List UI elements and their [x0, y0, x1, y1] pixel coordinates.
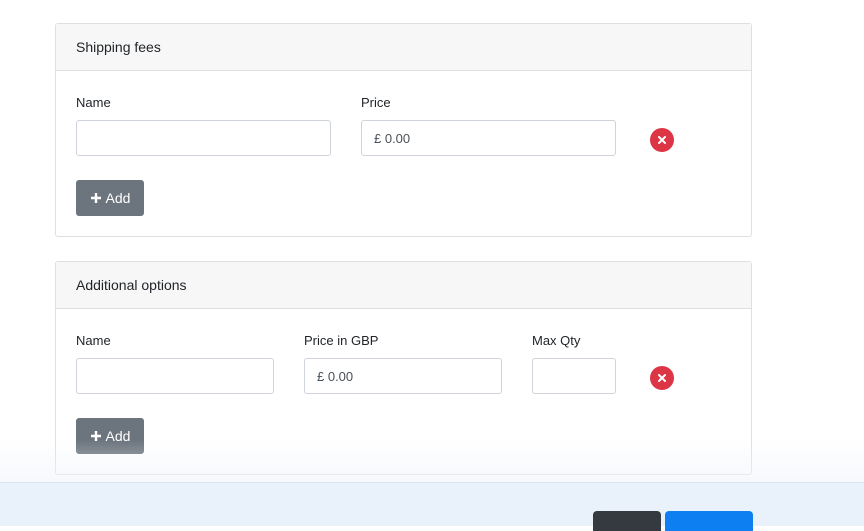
option-name-label: Name [76, 333, 111, 348]
option-qty-label: Max Qty [532, 333, 581, 348]
close-icon [658, 136, 666, 144]
shipping-price-label: Price [361, 95, 391, 110]
shipping-add-label: Add [105, 190, 131, 206]
additional-options-header: Additional options [56, 262, 751, 309]
shipping-fees-card: Shipping fees Name Price £ 0.00 Add [55, 23, 752, 237]
option-price-label: Price in GBP [304, 333, 379, 348]
additional-options-card: Additional options Name Price in GBP Max… [55, 261, 752, 475]
option-add-label: Add [105, 428, 131, 444]
option-qty-input[interactable] [532, 358, 616, 394]
option-remove-button[interactable] [650, 366, 674, 390]
plus-icon [90, 431, 101, 441]
option-add-button[interactable]: Add [76, 418, 144, 454]
shipping-fees-header: Shipping fees [56, 24, 751, 71]
additional-options-title: Additional options [76, 277, 187, 293]
option-name-input[interactable] [76, 358, 274, 394]
footer-secondary-button[interactable] [593, 511, 661, 531]
shipping-price-input[interactable]: £ 0.00 [361, 120, 616, 156]
footer-primary-button[interactable] [665, 511, 753, 531]
shipping-name-label: Name [76, 95, 111, 110]
shipping-fees-title: Shipping fees [76, 39, 161, 55]
plus-icon [90, 193, 101, 203]
shipping-remove-button[interactable] [650, 128, 674, 152]
shipping-name-input[interactable] [76, 120, 331, 156]
shipping-add-button[interactable]: Add [76, 180, 144, 216]
option-price-input[interactable]: £ 0.00 [304, 358, 502, 394]
close-icon [658, 374, 666, 382]
